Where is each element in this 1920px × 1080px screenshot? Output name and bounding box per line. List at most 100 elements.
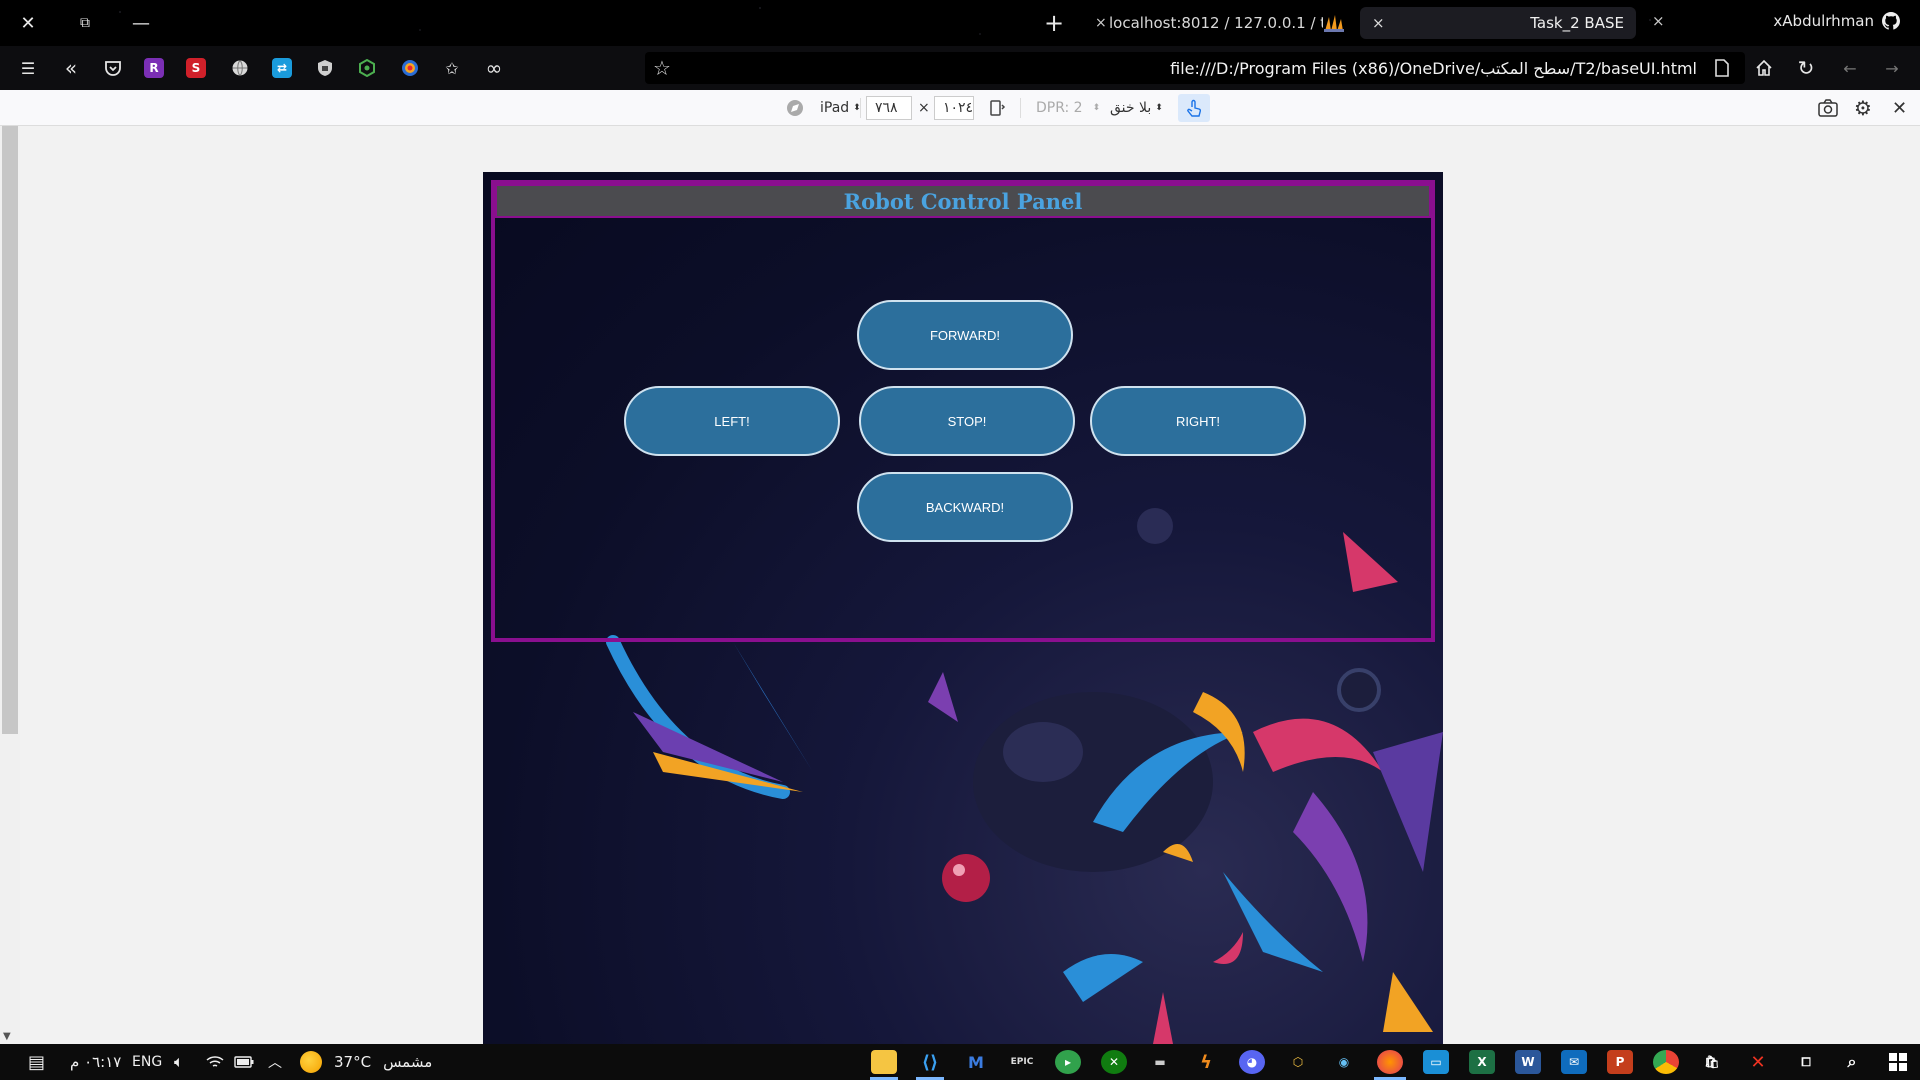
- compass-icon: [787, 100, 803, 116]
- globe-icon[interactable]: [228, 56, 252, 80]
- address-bar[interactable]: ☆ file:///D:/Program Files (x86)/OneDriv…: [645, 52, 1745, 84]
- dpr-label: DPR: 2: [1036, 100, 1083, 116]
- word-icon[interactable]: W: [1515, 1050, 1541, 1074]
- divider: [860, 98, 861, 118]
- reload-icon[interactable]: ↻: [1794, 56, 1818, 80]
- notifications-icon[interactable]: ▤: [28, 1052, 45, 1073]
- page-viewport: ▼ Robot Control Panel FORWARD! LEFT! STO…: [0, 126, 1920, 1044]
- backward-button[interactable]: BACKWARD!: [857, 472, 1073, 542]
- vscode-icon[interactable]: ⟨⟩: [917, 1050, 943, 1074]
- extension-r-icon[interactable]: R: [144, 58, 164, 78]
- tab-title: localhost:8012 / 127.0.0.1 / task: [1109, 14, 1323, 32]
- rotate-viewport-icon[interactable]: [988, 96, 1006, 120]
- pocket-icon[interactable]: [101, 56, 125, 80]
- malwarebytes-icon[interactable]: M: [963, 1050, 989, 1074]
- dropdown-arrow-icon: ⬍: [1155, 103, 1163, 113]
- tab-localhost[interactable]: × localhost:8012 / 127.0.0.1 / task: [1095, 8, 1345, 38]
- menu-icon[interactable]: ☰: [16, 56, 40, 80]
- right-button[interactable]: RIGHT!: [1090, 386, 1306, 456]
- blender-like-icon[interactable]: ϟ: [1193, 1050, 1219, 1074]
- forward-button[interactable]: FORWARD!: [857, 300, 1073, 370]
- minimize-window-icon[interactable]: —: [127, 10, 155, 36]
- volume-icon[interactable]: 🔈︎: [174, 1052, 184, 1072]
- wifi-icon[interactable]: [206, 1052, 224, 1072]
- throttling-label: بلا خنق: [1110, 100, 1152, 116]
- divider: [1020, 98, 1021, 118]
- tab-bar: ✕ ⧉ — + × localhost:8012 / 127.0.0.1 / t…: [0, 0, 1920, 46]
- bookmark-star-manager-icon[interactable]: ✩: [440, 56, 464, 80]
- navigation-toolbar: ☰ « R S ⇄ ✩ ∞ ☆ file:///D:/Program Files…: [0, 46, 1920, 90]
- new-tab-button[interactable]: +: [1040, 9, 1068, 37]
- mail-icon[interactable]: ✉: [1561, 1050, 1587, 1074]
- left-button[interactable]: LEFT!: [624, 386, 840, 456]
- account-menu[interactable]: xAbdulrhman: [1773, 12, 1900, 30]
- device-name: iPad: [820, 100, 850, 116]
- forward-icon[interactable]: →: [1880, 56, 1904, 80]
- store-icon[interactable]: 🛍︎: [1699, 1050, 1725, 1074]
- colorful-extension-icon[interactable]: [398, 56, 422, 80]
- device-frame: Robot Control Panel FORWARD! LEFT! STOP!…: [483, 172, 1443, 1044]
- windows-taskbar: ▤ ٠٦:١٧ م ENG 🔈︎ ︿ 37°C مشمس ⟨⟩ M EPIC ▸…: [0, 1044, 1920, 1080]
- touch-simulation-toggle[interactable]: [1178, 94, 1210, 122]
- vertical-scrollbar[interactable]: ▼: [0, 126, 20, 1044]
- battery-icon[interactable]: [234, 1052, 254, 1072]
- firefox-icon[interactable]: [1377, 1050, 1403, 1074]
- device-selector[interactable]: iPad ⬍: [786, 96, 861, 120]
- url-text[interactable]: file:///D:/Program Files (x86)/OneDrive/…: [1170, 59, 1697, 78]
- tab-close-icon[interactable]: ×: [1095, 15, 1109, 31]
- controller-icon[interactable]: ▬: [1147, 1050, 1173, 1074]
- screenshot-icon[interactable]: [1818, 96, 1838, 120]
- page-info-icon[interactable]: [1715, 59, 1729, 77]
- extension-s-icon[interactable]: S: [186, 58, 206, 78]
- file-explorer-icon[interactable]: [871, 1050, 897, 1074]
- account-username: xAbdulrhman: [1773, 12, 1874, 30]
- language-indicator[interactable]: ENG: [132, 1052, 162, 1072]
- steam-icon[interactable]: ◉: [1331, 1050, 1357, 1074]
- github-icon: [1882, 12, 1900, 30]
- sun-icon: [300, 1051, 322, 1073]
- tab-close-icon[interactable]: ×: [1652, 12, 1665, 30]
- tab-close-icon[interactable]: ×: [1372, 14, 1392, 32]
- sidebar-collapse-icon[interactable]: «: [59, 56, 83, 80]
- restore-window-icon[interactable]: ⧉: [71, 10, 99, 36]
- viewport-height-input[interactable]: ٧٦٨: [866, 96, 912, 120]
- tab-task2-base[interactable]: × Task_2 BASE: [1360, 7, 1636, 39]
- panel-title: Robot Control Panel: [495, 184, 1431, 218]
- clock[interactable]: ٠٦:١٧ م: [70, 1052, 121, 1072]
- close-window-icon[interactable]: ✕: [14, 10, 42, 36]
- home-icon[interactable]: [1752, 56, 1776, 80]
- green-app-icon[interactable]: ▸: [1055, 1050, 1081, 1074]
- viewport-width-input[interactable]: ١٠٢٤: [934, 96, 974, 120]
- scrollbar-thumb[interactable]: [2, 126, 18, 734]
- hexagon-extension-icon[interactable]: [355, 56, 379, 80]
- back-icon[interactable]: ←: [1838, 56, 1862, 80]
- search-icon[interactable]: ⌕: [1839, 1050, 1865, 1074]
- excel-icon[interactable]: X: [1469, 1050, 1495, 1074]
- discord-icon[interactable]: ◕: [1239, 1050, 1265, 1074]
- task-view-icon[interactable]: ⧠: [1793, 1050, 1819, 1074]
- settings-gear-icon[interactable]: ⚙: [1854, 96, 1872, 120]
- unity-hub-icon[interactable]: ⬡: [1285, 1050, 1311, 1074]
- weather-condition: مشمس: [383, 1053, 433, 1071]
- windows-app-icon[interactable]: ▭: [1423, 1050, 1449, 1074]
- tab-title: Task_2 BASE: [1530, 14, 1624, 32]
- network-throttling-selector[interactable]: بلا خنق ⬍: [1110, 96, 1163, 120]
- xbox-icon[interactable]: ✕: [1101, 1050, 1127, 1074]
- red-x-app-icon[interactable]: ✕: [1745, 1050, 1771, 1074]
- scroll-down-arrow-icon[interactable]: ▼: [3, 1031, 11, 1042]
- stop-button[interactable]: STOP!: [859, 386, 1075, 456]
- close-responsive-icon[interactable]: ✕: [1892, 96, 1907, 120]
- shield-icon[interactable]: [313, 56, 337, 80]
- show-hidden-icons-icon[interactable]: ︿: [268, 1052, 282, 1072]
- chrome-icon[interactable]: [1653, 1050, 1679, 1074]
- translate-extension-icon[interactable]: ⇄: [272, 58, 292, 78]
- start-button-icon[interactable]: [1885, 1050, 1911, 1074]
- bookmark-star-icon[interactable]: ☆: [653, 56, 671, 80]
- epic-games-icon[interactable]: EPIC: [1009, 1050, 1035, 1074]
- weather-widget[interactable]: 37°C مشمس: [300, 1051, 433, 1073]
- powerpoint-icon[interactable]: P: [1607, 1050, 1633, 1074]
- phpmyadmin-favicon-icon: [1324, 15, 1344, 32]
- dimension-separator: ×: [918, 100, 930, 116]
- dpr-selector[interactable]: DPR: 2 ⬍: [1036, 96, 1100, 120]
- infinity-icon[interactable]: ∞: [482, 56, 506, 80]
